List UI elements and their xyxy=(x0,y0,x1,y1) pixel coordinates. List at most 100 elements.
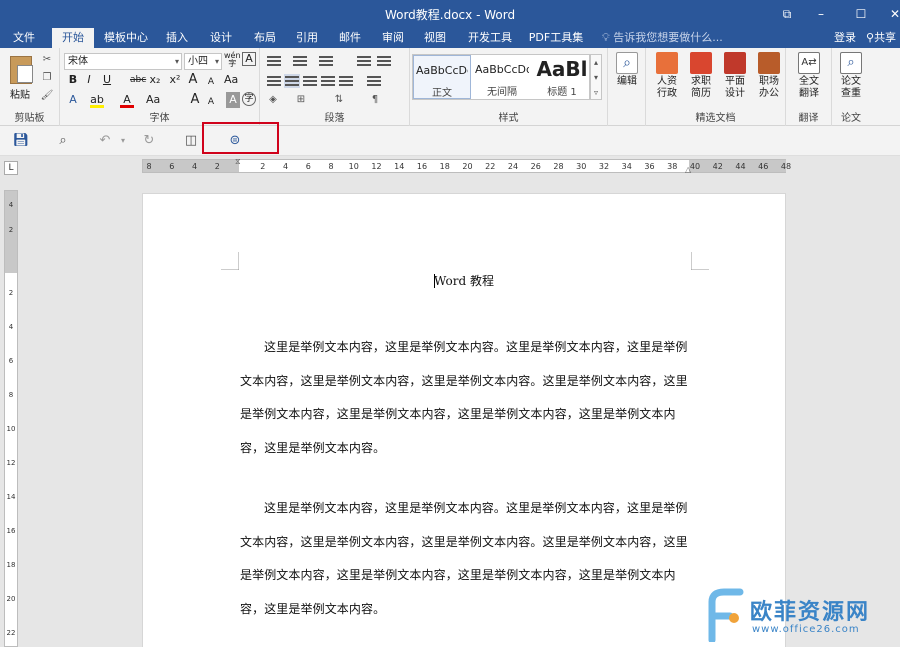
font-size-value: 小四 xyxy=(188,56,208,67)
vertical-ruler-tick: 4 xyxy=(8,323,14,331)
ribbon-display-options-button[interactable]: ⧉ xyxy=(772,0,802,28)
document-title[interactable]: Word 教程 xyxy=(143,272,785,289)
character-shading-button[interactable]: A xyxy=(226,92,240,108)
style-normal[interactable]: AaBbCcDd 正文 xyxy=(413,55,471,99)
right-indent-marker-icon[interactable]: △ xyxy=(685,165,693,174)
tab-developer[interactable]: 开发工具 xyxy=(464,28,516,48)
document-page[interactable]: Word 教程 这里是举例文本内容，这里是举例文本内容。这里是举例文本内容，这里… xyxy=(142,193,786,647)
search-icon: ⌕ xyxy=(616,52,638,74)
cut-icon[interactable]: ✂ xyxy=(40,54,54,66)
font-name-value: 宋体 xyxy=(68,56,88,67)
change-case-button[interactable]: Aa xyxy=(224,72,238,88)
tab-pdf-tools[interactable]: PDF工具集 xyxy=(528,28,584,48)
tab-review[interactable]: 审阅 xyxy=(376,28,410,48)
tab-home[interactable]: 开始 xyxy=(52,28,94,48)
strikethrough-button[interactable]: abc xyxy=(130,72,146,88)
vertical-ruler-tick: 2 xyxy=(8,226,14,234)
graphic-design-label: 平面 设计 xyxy=(725,76,745,99)
show-marks-icon[interactable]: ¶ xyxy=(368,94,382,106)
resume-button[interactable]: 求职 简历 xyxy=(682,52,720,112)
hr-admin-button[interactable]: 人资 行政 xyxy=(648,52,686,112)
highlight-color-icon[interactable]: ab xyxy=(90,92,104,108)
borders-icon[interactable]: ⊞ xyxy=(294,94,308,106)
horizontal-ruler[interactable]: 8 6 4 2 2 4 6 8 10 12 14 16 18 20 22 24 26 28 30 32 34 36 38 40… xyxy=(142,157,791,174)
align-left-icon[interactable] xyxy=(266,74,282,88)
bold-button[interactable]: B xyxy=(66,72,80,88)
increase-indent-icon[interactable] xyxy=(376,54,392,68)
graphic-design-button[interactable]: 平面 设计 xyxy=(716,52,754,112)
paper-check-button[interactable]: ⌕ 论文 查重 xyxy=(832,52,870,112)
shrink-font-button-2[interactable]: A xyxy=(204,94,218,110)
ruler-tick: 8 xyxy=(146,162,152,171)
tab-insert[interactable]: 插入 xyxy=(160,28,194,48)
full-translate-button[interactable]: A⇄ 全文 翻译 xyxy=(790,52,828,112)
share-button[interactable]: ⚲共享 xyxy=(866,28,896,48)
copy-icon[interactable]: ❐ xyxy=(40,72,54,84)
line-spacing-icon[interactable] xyxy=(366,74,382,88)
format-painter-icon[interactable]: 🖌︎ xyxy=(40,90,54,102)
style-sample: AaBbCcDd xyxy=(475,63,529,76)
numbering-icon[interactable] xyxy=(292,54,308,68)
text-effects-icon[interactable]: A xyxy=(66,92,80,108)
align-right-icon[interactable] xyxy=(302,74,318,88)
superscript-button[interactable]: x² xyxy=(168,72,182,88)
distributed-icon[interactable] xyxy=(338,74,354,88)
save-icon[interactable]: 💾︎ xyxy=(12,132,30,150)
ruler-row: L 8 6 4 2 2 4 6 8 10 12 14 16 18 20 22 24 26 28 30 32 34 36 38… xyxy=(0,156,900,178)
character-border-button[interactable]: A xyxy=(242,52,256,66)
crop-mark-top-left xyxy=(221,252,239,270)
redo-icon[interactable]: ↻ xyxy=(140,132,158,150)
paste-button[interactable]: 粘贴 xyxy=(2,50,36,106)
enclose-characters-button[interactable]: 字 xyxy=(242,92,256,106)
style-no-spacing[interactable]: AaBbCcDd 无间隔 xyxy=(473,55,531,99)
grow-font-button-2[interactable]: A xyxy=(188,92,202,108)
paragraph-2[interactable]: 这里是举例文本内容，这里是举例文本内容。这里是举例文本内容，这里是举例文本内容，… xyxy=(240,492,692,626)
print-preview-icon[interactable]: ⌕ xyxy=(54,132,72,150)
tab-mailings[interactable]: 邮件 xyxy=(333,28,367,48)
grow-font-button[interactable]: A xyxy=(186,72,200,88)
subscript-button[interactable]: x₂ xyxy=(148,72,162,88)
hr-icon xyxy=(656,52,678,74)
group-featured-docs: 人资 行政 求职 简历 平面 设计 职场 办公 精选文档 xyxy=(646,48,786,126)
italic-button[interactable]: I xyxy=(82,72,96,88)
font-size-select[interactable]: 小四 ▾ xyxy=(184,53,222,70)
indent-marker-icon[interactable]: ⧖ xyxy=(235,157,243,166)
tab-template-center[interactable]: 模板中心 xyxy=(100,28,152,48)
undo-dropdown-icon[interactable]: ▾ xyxy=(114,132,132,150)
tab-design[interactable]: 设计 xyxy=(204,28,238,48)
tab-selector[interactable]: L xyxy=(4,161,18,175)
tab-layout[interactable]: 布局 xyxy=(248,28,282,48)
multilevel-list-icon[interactable] xyxy=(318,54,334,68)
minimize-button[interactable]: – xyxy=(806,0,836,28)
tab-file[interactable]: 文件 xyxy=(6,28,42,48)
ruler-tick: 28 xyxy=(553,162,564,171)
tell-me-box[interactable]: 💡︎ 告诉我您想要做什么... xyxy=(602,28,723,48)
group-label-clipboard: 剪贴板 xyxy=(14,113,45,124)
style-name: 标题 1 xyxy=(547,87,577,98)
paragraph-1[interactable]: 这里是举例文本内容，这里是举例文本内容。这里是举例文本内容，这里是举例文本内容，… xyxy=(240,331,692,465)
styles-gallery-scroll[interactable]: ▴ ▾ ▿ xyxy=(590,54,602,100)
tab-view[interactable]: 视图 xyxy=(418,28,452,48)
maximize-button[interactable]: ☐ xyxy=(846,0,876,28)
style-heading-1[interactable]: AaBl 标题 1 xyxy=(533,55,591,99)
underline-button[interactable]: U xyxy=(100,72,114,88)
close-button[interactable]: ✕ xyxy=(880,0,900,28)
justify-icon[interactable] xyxy=(320,74,336,88)
vertical-ruler[interactable]: 4 2 2 4 6 8 10 12 14 16 18 20 22 xyxy=(4,190,18,647)
bullets-icon[interactable] xyxy=(266,54,282,68)
case-button-2[interactable]: Aa xyxy=(146,92,160,108)
font-color-button[interactable]: A xyxy=(120,92,134,108)
decrease-indent-icon[interactable] xyxy=(356,54,372,68)
read-mode-icon[interactable]: ◫ xyxy=(182,132,200,150)
tab-references[interactable]: 引用 xyxy=(290,28,324,48)
sort-icon[interactable]: ⇅ xyxy=(332,94,346,106)
phonetic-guide-button[interactable]: wén 字 xyxy=(224,52,241,68)
office-work-button[interactable]: 职场 办公 xyxy=(750,52,788,112)
editing-button[interactable]: ⌕ 编辑 xyxy=(608,52,646,112)
align-center-icon[interactable] xyxy=(284,74,300,88)
login-link[interactable]: 登录 xyxy=(834,28,856,48)
shrink-font-button[interactable]: A xyxy=(204,74,218,90)
undo-icon[interactable]: ↶ xyxy=(96,132,114,150)
shading-icon[interactable]: ◈ xyxy=(266,94,280,106)
font-name-select[interactable]: 宋体 ▾ xyxy=(64,53,182,70)
